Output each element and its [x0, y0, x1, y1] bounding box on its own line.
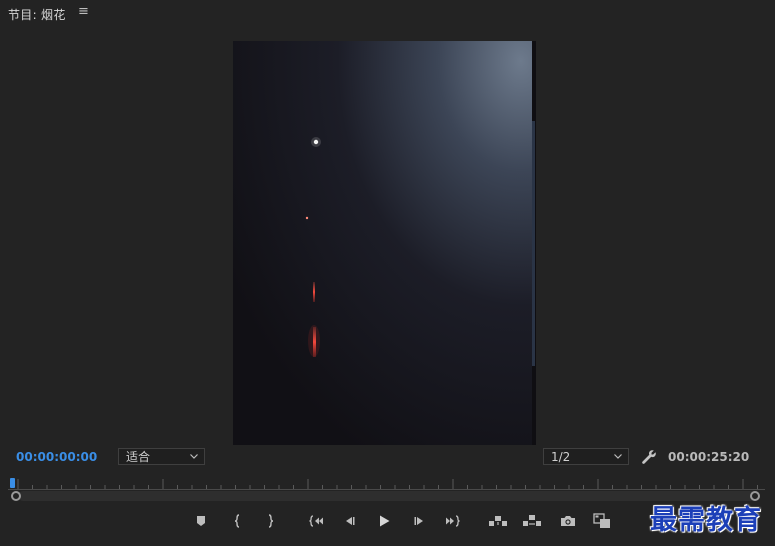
camera-icon: [561, 516, 575, 526]
step-back-button[interactable]: [338, 510, 360, 532]
panel-header: 节目: 烟花 ≡: [0, 0, 775, 28]
duration-timecode: 00:00:25:20: [668, 450, 750, 464]
panel-title[interactable]: 节目: 烟花: [8, 6, 66, 23]
transport-controls: [190, 510, 620, 534]
go-to-in-icon: [309, 515, 323, 527]
mark-out-button[interactable]: [259, 510, 281, 532]
zoom-scroll-bar[interactable]: [18, 491, 758, 501]
zoom-level-select[interactable]: 适合: [118, 448, 205, 465]
play-icon: [380, 515, 390, 527]
extract-icon: [523, 515, 541, 526]
wrench-icon[interactable]: [641, 449, 657, 465]
mark-in-button[interactable]: [227, 510, 249, 532]
mark-out-icon: [268, 514, 274, 528]
scroll-handle-left[interactable]: [11, 491, 21, 501]
step-forward-button[interactable]: [409, 510, 431, 532]
playback-resolution-value: 1/2: [551, 450, 571, 464]
comparison-view-icon: [593, 513, 610, 528]
export-frame-button[interactable]: [557, 510, 579, 532]
program-monitor-viewer[interactable]: [233, 41, 536, 445]
zoom-level-value: 适合: [126, 450, 151, 464]
step-back-icon: [346, 517, 355, 525]
chevron-down-icon: [190, 454, 198, 459]
video-frame: [233, 41, 536, 445]
playhead-marker[interactable]: [10, 478, 15, 488]
lift-icon: [489, 516, 507, 526]
hamburger-menu-icon[interactable]: ≡: [78, 4, 89, 19]
chevron-down-icon: [614, 454, 622, 459]
add-marker-icon: [197, 516, 205, 526]
mark-in-icon: [234, 514, 240, 528]
current-timecode[interactable]: 00:00:00:00: [16, 450, 97, 464]
go-to-out-icon: [446, 515, 460, 527]
play-button[interactable]: [373, 510, 395, 532]
extract-button[interactable]: [521, 510, 543, 532]
go-to-out-button[interactable]: [442, 510, 464, 532]
go-to-in-button[interactable]: [305, 510, 327, 532]
lift-button[interactable]: [487, 510, 509, 532]
add-marker-button[interactable]: [190, 510, 212, 532]
playback-resolution-select[interactable]: 1/2: [543, 448, 629, 465]
watermark-text: 最需教育: [650, 505, 762, 536]
step-forward-icon: [414, 517, 423, 525]
comparison-view-button[interactable]: [591, 510, 613, 532]
